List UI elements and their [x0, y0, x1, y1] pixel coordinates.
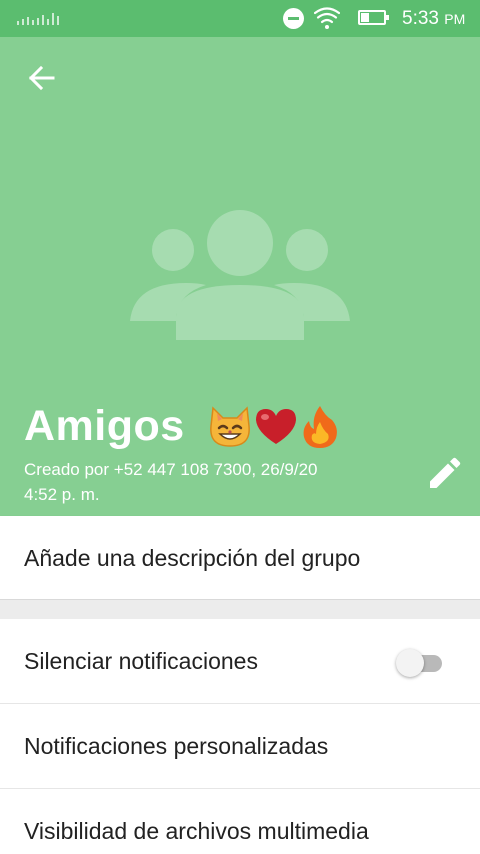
cat-smile-emoji — [209, 405, 250, 447]
back-arrow-icon[interactable] — [20, 60, 60, 96]
created-line-1: Creado por +52 447 108 7300, 26/9/20 — [24, 460, 318, 479]
group-name: Amigos — [24, 402, 185, 450]
do-not-disturb-icon — [283, 8, 304, 29]
toggle-thumb — [396, 649, 424, 677]
mute-notifications-row[interactable]: Silenciar notificaciones — [0, 619, 480, 704]
mute-notifications-toggle[interactable] — [396, 647, 448, 677]
clock-time: 5:33 — [402, 8, 439, 29]
group-created-info: Creado por +52 447 108 7300, 26/9/20 4:5… — [24, 457, 384, 507]
battery-icon — [358, 10, 389, 25]
custom-notifications-row[interactable]: Notificaciones personalizadas — [0, 704, 480, 789]
heart-emoji — [255, 408, 296, 444]
media-visibility-row[interactable]: Visibilidad de archivos multimedia — [0, 789, 480, 854]
settings-list: Silenciar notificaciones Notificaciones … — [0, 619, 480, 854]
group-name-emojis — [207, 404, 341, 450]
status-clock: 5:33 PM — [402, 8, 465, 30]
status-bar: 5:33 PM — [0, 0, 480, 37]
media-visibility-label: Visibilidad de archivos multimedia — [24, 818, 369, 844]
custom-notifications-label: Notificaciones personalizadas — [24, 733, 329, 759]
section-divider — [0, 600, 480, 619]
mute-notifications-label: Silenciar notificaciones — [24, 648, 258, 674]
group-header: Amigos Creado por +52 447 108 7300, 26/9… — [0, 37, 480, 516]
group-description-field[interactable]: Añade una descripción del grupo — [0, 516, 480, 600]
clock-ampm: PM — [444, 11, 466, 27]
description-placeholder: Añade una descripción del grupo — [24, 545, 361, 571]
wifi-icon — [314, 7, 340, 29]
group-placeholder-icon — [130, 210, 350, 340]
pencil-icon[interactable] — [426, 456, 462, 492]
group-name-row: Amigos — [24, 402, 341, 451]
created-line-2: 4:52 p. m. — [24, 485, 100, 504]
signal-icon — [17, 11, 59, 25]
fire-emoji — [303, 405, 337, 448]
